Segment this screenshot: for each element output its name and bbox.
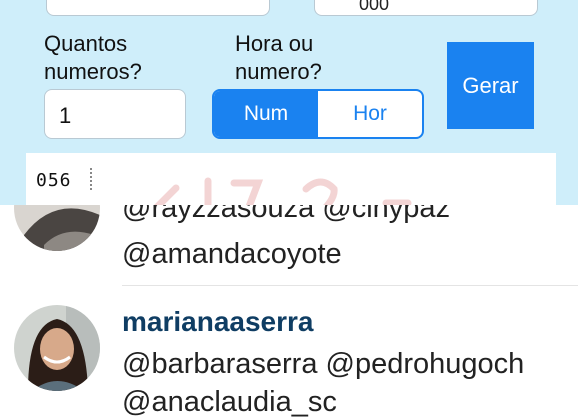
generate-button[interactable]: Gerar	[447, 42, 534, 129]
comment-divider	[122, 285, 578, 286]
avatar-previous[interactable]	[14, 205, 100, 251]
top-left-field[interactable]	[46, 0, 270, 16]
previous-comment-line2[interactable]: @amandacoyote	[122, 238, 342, 271]
comment-line2[interactable]: @anaclaudia_sc	[122, 383, 578, 420]
text-cursor	[90, 168, 92, 190]
comment-line1[interactable]: @barbaraserra @pedrohugoch	[122, 345, 578, 383]
comment-username[interactable]: marianaaserra	[122, 306, 313, 338]
comments-list: @rayzzasouza @cinypaz @amandacoyote mari…	[0, 205, 578, 420]
mode-segmented-control[interactable]: Num Hor	[212, 89, 424, 139]
avatar-marianaaserra-image	[14, 305, 100, 391]
generator-panel: 000 Quantos numeros? Hora ou numero? 1 N…	[0, 0, 578, 205]
comment-text: @barbaraserra @pedrohugoch @anaclaudia_s…	[122, 345, 578, 420]
result-value: 056	[36, 170, 72, 191]
quantity-input-value: 1	[59, 103, 72, 128]
top-right-field[interactable]: 000	[314, 0, 538, 16]
avatar-previous-image	[14, 205, 100, 251]
previous-comment-line1: @rayzzasouza @cinypaz	[122, 205, 451, 224]
mode-label: Hora ou numero?	[235, 31, 322, 84]
result-field: 056	[26, 153, 556, 205]
mode-option-hor[interactable]: Hor	[318, 91, 422, 137]
quantity-label: Quantos numeros?	[44, 31, 142, 84]
top-right-field-value: 000	[359, 0, 390, 14]
quantity-input[interactable]: 1	[44, 89, 186, 139]
watermark-graphic	[154, 177, 412, 205]
avatar-marianaaserra[interactable]	[14, 305, 100, 391]
mode-option-num[interactable]: Num	[214, 91, 318, 137]
